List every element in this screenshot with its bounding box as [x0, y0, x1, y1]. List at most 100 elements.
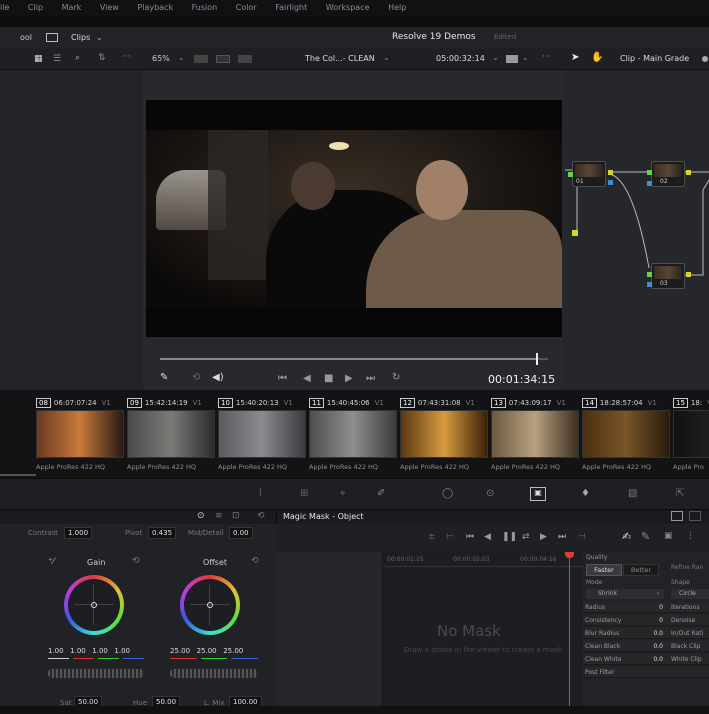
node-editor[interactable]: 01 02 03	[563, 70, 709, 390]
viewer-frame[interactable]	[146, 100, 562, 337]
contrast-field[interactable]: 1.000	[64, 527, 93, 539]
clip-thumbnail[interactable]	[673, 410, 709, 458]
gain-value-y[interactable]: 1.00	[48, 647, 64, 655]
node-01-input-port[interactable]	[568, 172, 573, 177]
pivot-field[interactable]: 0.435	[148, 527, 177, 539]
highlight-chevron-icon[interactable]: ⌄	[522, 53, 529, 62]
loop-playback-icon[interactable]: ↻	[392, 372, 400, 383]
pause-icon[interactable]: ❚❚	[502, 532, 517, 542]
viewer-mode-icon-3[interactable]	[238, 55, 252, 63]
viewer-timecode[interactable]: 05:00:32:14	[436, 54, 485, 63]
mode-select[interactable]: Shrink	[586, 589, 664, 599]
hand-icon[interactable]: ✋	[591, 52, 603, 63]
node-01-alpha-port[interactable]	[608, 180, 613, 185]
pointer-icon[interactable]: ➤	[571, 52, 579, 63]
clip-thumbnail[interactable]	[309, 410, 397, 458]
pick-tool-icon[interactable]: ✎	[160, 372, 168, 383]
clips-button[interactable]: Clips	[71, 33, 90, 42]
offset-master-wheel[interactable]	[170, 669, 258, 678]
quality-faster-button[interactable]: Faster	[586, 564, 622, 576]
menu-workspace[interactable]: Workspace	[326, 3, 370, 12]
menu-color[interactable]: Color	[236, 3, 257, 12]
mask-playhead[interactable]	[569, 552, 570, 714]
timeline-chevron-icon[interactable]: ⌄	[383, 53, 390, 62]
timeline-name[interactable]: The Col...- CLEAN	[305, 54, 375, 63]
mask-view-icon-2[interactable]	[689, 511, 701, 521]
mask-view-icon-1[interactable]	[671, 511, 683, 521]
highlight-icon[interactable]	[506, 55, 518, 63]
gain-wheel[interactable]	[64, 575, 124, 635]
node-01-output-port[interactable]	[608, 170, 613, 175]
viewer-more-icon[interactable]: ···	[542, 52, 551, 62]
mask-setting-value[interactable]: 0.0	[643, 628, 663, 639]
track-forward-frame-icon[interactable]: ⏭	[558, 532, 566, 542]
loop-icon[interactable]: ⟲	[192, 372, 200, 383]
mask-setting-value[interactable]: 0.0	[643, 654, 663, 665]
node-02-input-port[interactable]	[647, 170, 652, 175]
gain-master-wheel[interactable]	[48, 669, 144, 678]
warper-icon[interactable]: ⊞	[300, 488, 308, 499]
node-03-input-port[interactable]	[647, 272, 652, 277]
quality-better-button[interactable]: Better	[623, 564, 659, 576]
clip-thumbnail[interactable]	[491, 410, 579, 458]
list-view-icon[interactable]: ☰	[53, 54, 61, 64]
tool-label[interactable]: ool	[20, 33, 32, 42]
zoom-chevron-icon[interactable]: ⌄	[178, 53, 185, 62]
node-01[interactable]: 01	[572, 161, 606, 187]
tracker-icon[interactable]: ⊙	[486, 488, 494, 499]
gain-value-r[interactable]: 1.00	[70, 647, 86, 655]
node-02-output-port[interactable]	[686, 170, 691, 175]
overlay-toggle-icon[interactable]: ▣	[664, 531, 673, 541]
stop-icon[interactable]: ■	[324, 373, 333, 384]
search-icon[interactable]: ⌕	[75, 53, 80, 63]
mask-setting-value[interactable]: 0	[643, 615, 663, 626]
window-icon[interactable]: ◯	[442, 488, 453, 499]
node-mode-dot-icon[interactable]	[702, 56, 708, 62]
scrub-playhead[interactable]	[536, 353, 539, 365]
menu-fusion[interactable]: Fusion	[192, 3, 218, 12]
mask-timeline[interactable]: 00:00:01:15 00:00:02:03 00:00:04:16 No M…	[383, 552, 583, 714]
viewer-mode-icon-2[interactable]	[216, 55, 230, 63]
mask-options-icon[interactable]: ⋮	[686, 531, 695, 541]
offset-value-b[interactable]: 25.00	[223, 647, 243, 655]
play-icon[interactable]: ▶	[345, 373, 353, 384]
clip-thumbnail[interactable]	[400, 410, 488, 458]
shape-select[interactable]: Circle	[671, 589, 709, 599]
clip-thumbnail[interactable]	[127, 410, 215, 458]
volume-icon[interactable]: ◀)	[212, 372, 224, 383]
menu-fairlight[interactable]: Fairlight	[275, 3, 307, 12]
gain-wheel-handle[interactable]	[91, 602, 97, 608]
track-forward-icon[interactable]: ▶	[540, 532, 547, 542]
track-reverse-icon[interactable]: ◀	[484, 532, 491, 542]
menu-view[interactable]: View	[100, 3, 119, 12]
offset-wheel-handle[interactable]	[207, 602, 213, 608]
go-to-end-icon[interactable]: ⏭	[366, 373, 375, 384]
timeline-scrollbar[interactable]	[0, 474, 36, 476]
track-bidirectional-icon[interactable]: ⇄	[522, 532, 530, 542]
magic-mask-icon[interactable]: ▣	[530, 487, 546, 501]
chevron-down-icon[interactable]: ⌄	[96, 33, 103, 42]
reset-primaries-icon[interactable]: ⟲	[257, 511, 265, 521]
clear-forward-icon[interactable]: ⊣	[578, 532, 586, 542]
offset-reset-icon[interactable]: ⟲	[251, 556, 259, 566]
node-02[interactable]: 02	[651, 161, 685, 187]
clip-thumbnail[interactable]	[36, 410, 124, 458]
node-mode-select[interactable]: Clip - Main Grade	[620, 54, 689, 63]
qualifier-icon[interactable]: ⌖	[340, 488, 346, 499]
menu-file[interactable]: ile	[0, 3, 9, 12]
go-to-start-icon[interactable]: ⏮	[278, 373, 287, 384]
node-03-output-port[interactable]	[686, 272, 691, 277]
sort-icon[interactable]: ⇅	[98, 53, 106, 63]
bars-mode-icon[interactable]: ≡	[215, 511, 223, 521]
middetail-field[interactable]: 0.00	[229, 527, 253, 539]
gain-value-g[interactable]: 1.00	[92, 647, 108, 655]
add-keyframe-icon[interactable]: ±	[428, 532, 436, 542]
layer-mixer-port[interactable]	[572, 230, 578, 236]
menu-mark[interactable]: Mark	[62, 3, 82, 12]
node-03-alpha-port[interactable]	[647, 282, 652, 287]
scrub-bar[interactable]	[160, 353, 548, 365]
offset-value-r[interactable]: 25.00	[170, 647, 190, 655]
track-reverse-frame-icon[interactable]: ⏮	[466, 532, 474, 542]
clip-thumbnail[interactable]	[582, 410, 670, 458]
sizing-icon[interactable]: ⇱	[676, 488, 684, 499]
